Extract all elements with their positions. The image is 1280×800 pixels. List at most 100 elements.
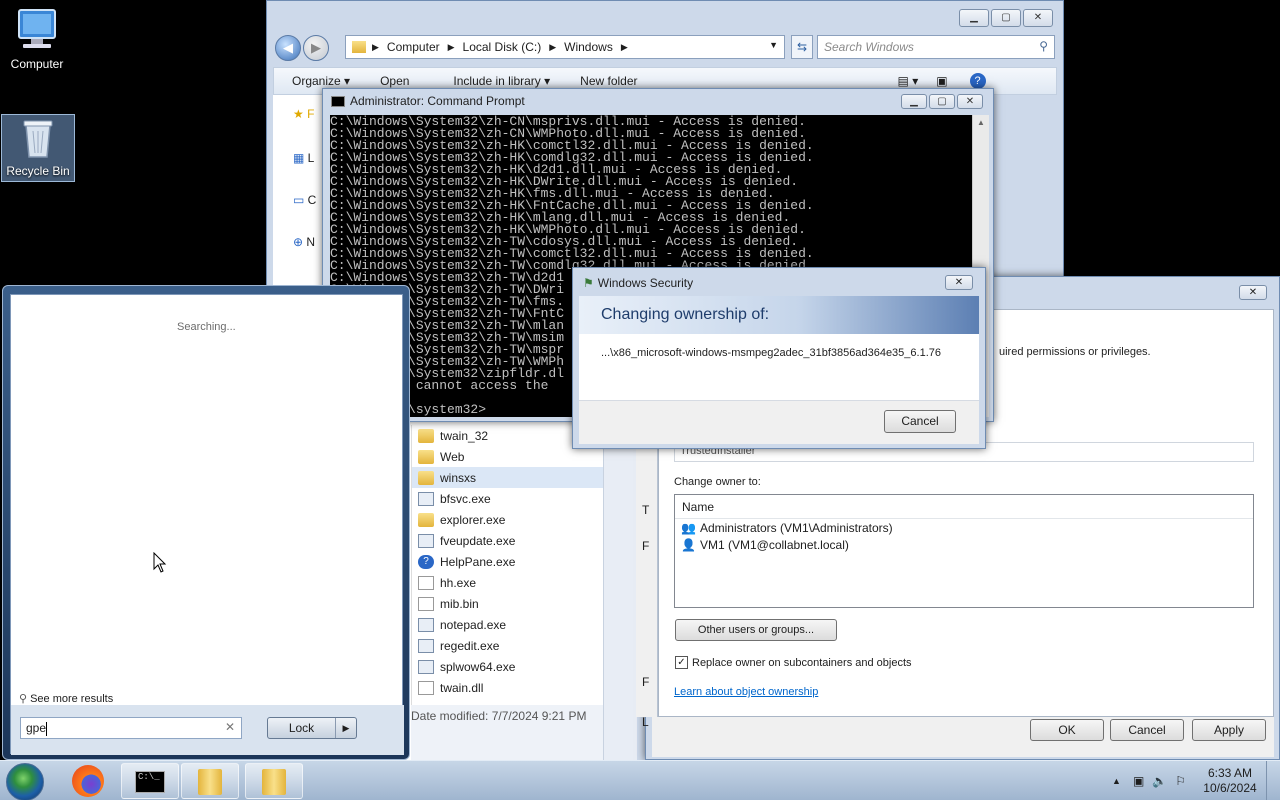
file-item[interactable]: explorer.exe (412, 509, 603, 530)
new-folder-button[interactable]: New folder (580, 74, 637, 88)
file-item[interactable]: hh.exe (412, 572, 603, 593)
file-name: Web (440, 449, 465, 464)
see-more-results-link[interactable]: ⚲ See more results (19, 692, 113, 705)
open-button[interactable]: Open (380, 74, 409, 88)
folder-icon (262, 769, 286, 795)
close-button[interactable]: ✕ (1023, 9, 1053, 27)
list-item[interactable]: 👥 Administrators (VM1\Administrators) (675, 519, 1253, 536)
minimize-button[interactable]: ▁ (959, 9, 989, 27)
file-item[interactable]: regedit.exe (412, 635, 603, 656)
minimize-button[interactable]: ▁ (901, 94, 927, 109)
show-hidden-icons-icon[interactable]: ▲ (1112, 776, 1121, 786)
address-bar[interactable]: ▶ Computer ▶ Local Disk (C:) ▶ Windows ▶… (345, 35, 785, 59)
column-header-name[interactable]: Name (675, 495, 1253, 519)
cmd-icon: C:\_ (135, 771, 165, 793)
search-icon: ⚲ (1039, 39, 1048, 53)
clear-search-icon[interactable]: ✕ (225, 720, 235, 734)
chevron-right-icon: ▶ (447, 41, 455, 52)
breadcrumb-windows[interactable]: Windows (564, 40, 613, 54)
file-name: winsxs (440, 470, 477, 485)
network-icon[interactable]: ⊕ N (293, 235, 315, 249)
chevron-right-icon: ▶ (549, 41, 557, 52)
close-button[interactable]: ✕ (945, 275, 973, 290)
file-item[interactable]: notepad.exe (412, 614, 603, 635)
start-search-input[interactable]: gpe ✕ (20, 717, 242, 739)
taskbar-cmd-button[interactable]: C:\_ (121, 763, 179, 799)
refresh-button[interactable]: ⇆ (791, 35, 813, 59)
file-item[interactable]: winsxs (412, 467, 603, 488)
back-button[interactable]: ◀ (275, 35, 301, 61)
searching-text: Searching... (177, 321, 236, 333)
maximize-button[interactable]: ▢ (991, 9, 1021, 27)
folder-icon (418, 470, 434, 485)
address-row: ◀ ▶ ▶ Computer ▶ Local Disk (C:) ▶ Windo… (275, 35, 1055, 61)
file-name: HelpPane.exe (440, 554, 516, 569)
file-item[interactable]: mib.bin (412, 593, 603, 614)
address-dropdown-icon[interactable]: ▼ (769, 40, 778, 50)
view-icon[interactable]: ▤ ▾ (898, 74, 919, 88)
desktop-icon-computer[interactable]: Computer (0, 8, 74, 74)
preview-pane (603, 425, 637, 761)
dialog-heading: Changing ownership of: (579, 296, 979, 334)
show-desktop-button[interactable] (1266, 761, 1280, 800)
help-icon: ? (418, 554, 434, 569)
file-item[interactable]: fveupdate.exe (412, 530, 603, 551)
flag-icon[interactable]: ⚐ (1175, 774, 1186, 788)
explorer-icon (418, 512, 434, 527)
file-item[interactable]: splwow64.exe (412, 656, 603, 677)
windows-security-dialog: ⚑ Windows Security ✕ Changing ownership o… (572, 267, 986, 449)
file-item[interactable]: bfsvc.exe (412, 488, 603, 509)
permission-info: uired permissions or privileges. (999, 346, 1151, 358)
file-item[interactable]: twain.dll (412, 677, 603, 698)
owner-list: Name 👥 Administrators (VM1\Administrator… (674, 494, 1254, 608)
window-controls: ▁ ▢ ✕ (901, 94, 983, 109)
file-item[interactable]: Web (412, 446, 603, 467)
clock[interactable]: 6:33 AM 10/6/2024 (1200, 766, 1260, 796)
folder-icon (198, 769, 222, 795)
favorites-icon[interactable]: ★ F (293, 107, 314, 121)
notepad-icon (418, 617, 434, 632)
include-library-button[interactable]: Include in library ▾ (453, 74, 550, 88)
replace-owner-checkbox[interactable]: ✓ Replace owner on subcontainers and obj… (675, 656, 912, 669)
chevron-right-icon[interactable]: ▶ (336, 718, 356, 738)
help-icon[interactable]: ? (969, 73, 986, 89)
dialog-footer: Cancel (579, 400, 979, 444)
group-icon: 👥 (681, 520, 696, 535)
start-button[interactable] (6, 763, 44, 800)
libraries-icon[interactable]: ▦ L (293, 151, 314, 165)
lock-button[interactable]: Lock ▶ (267, 717, 357, 739)
cancel-button[interactable]: Cancel (884, 410, 956, 433)
chevron-right-icon: ▶ (620, 41, 628, 52)
learn-ownership-link[interactable]: Learn about object ownership (674, 686, 818, 698)
checkbox-checked-icon: ✓ (675, 656, 688, 669)
file-item[interactable]: ? HelpPane.exe (412, 551, 603, 572)
file-name: splwow64.exe (440, 659, 516, 674)
list-item[interactable]: 👤 VM1 (VM1@collabnet.local) (675, 536, 1253, 553)
close-button[interactable]: ✕ (1239, 285, 1267, 300)
computer-nav-icon[interactable]: ▭ C (293, 193, 316, 207)
mouse-cursor-icon (153, 552, 167, 573)
firefox-icon[interactable] (72, 765, 104, 797)
forward-button[interactable]: ▶ (303, 35, 329, 61)
other-users-button[interactable]: Other users or groups... (675, 619, 837, 641)
breadcrumb-computer[interactable]: Computer (387, 40, 440, 54)
action-center-icon[interactable]: ▣ (1133, 774, 1144, 788)
details-pane: Date modified: 7/7/2024 9:21 PM (411, 705, 603, 761)
volume-icon[interactable]: 🔈 (1152, 774, 1167, 788)
search-input[interactable]: Search Windows ⚲ (817, 35, 1055, 59)
taskbar: C:\_ ▲ ▣ 🔈 ⚐ 6:33 AM 10/6/2024 (0, 760, 1280, 800)
user-icon: 👤 (681, 537, 696, 552)
taskbar-explorer-button[interactable] (181, 763, 239, 799)
apply-button[interactable]: Apply (1192, 719, 1266, 741)
organize-button[interactable]: Organize ▾ (292, 74, 350, 88)
file-name: twain.dll (440, 680, 484, 695)
close-button[interactable]: ✕ (957, 94, 983, 109)
preview-pane-icon[interactable]: ▣ (936, 74, 947, 88)
maximize-button[interactable]: ▢ (929, 94, 955, 109)
folder-icon (418, 449, 434, 464)
desktop-icon-recycle-bin[interactable]: Recycle Bin (1, 114, 75, 182)
ok-button[interactable]: OK (1030, 719, 1104, 741)
cancel-button[interactable]: Cancel (1110, 719, 1184, 741)
taskbar-explorer-button-2[interactable] (245, 763, 303, 799)
breadcrumb-local-disk[interactable]: Local Disk (C:) (463, 40, 542, 54)
